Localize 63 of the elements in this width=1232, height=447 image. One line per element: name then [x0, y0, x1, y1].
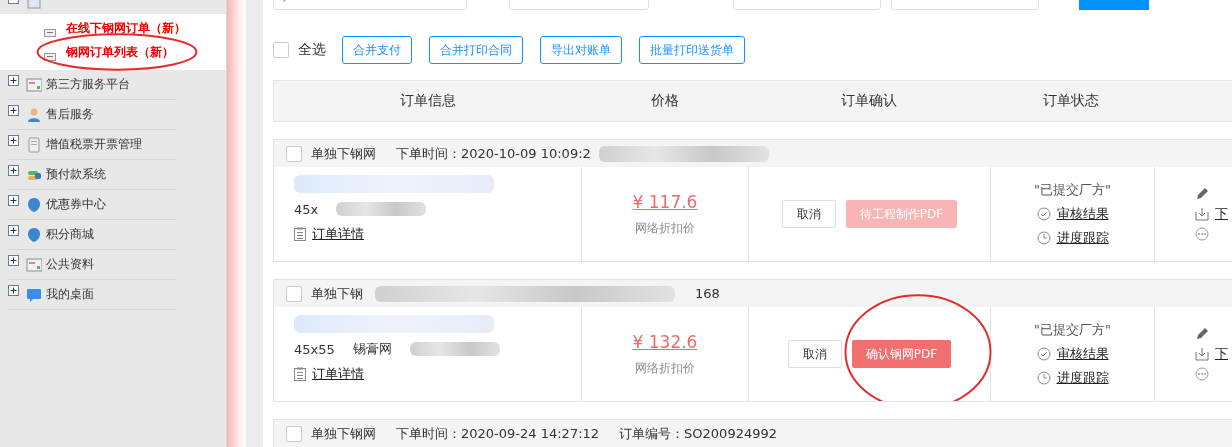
speech-bubble-icon [26, 286, 42, 303]
column-header: 订单状态 [1042, 92, 1099, 110]
column-header: 订单确认 [840, 92, 897, 110]
sidebar-item[interactable]: 优惠券中心 [46, 196, 106, 213]
pencil-icon [1195, 187, 1209, 201]
status-text: "已提交厂方" [1034, 321, 1111, 339]
person-icon [26, 106, 42, 123]
check-circle-icon [1036, 347, 1051, 361]
sidebar-item[interactable]: 预付款系统 [46, 166, 106, 183]
order-detail-link[interactable]: 订单详情 [312, 225, 364, 243]
check-circle-icon [1036, 207, 1051, 221]
status-link[interactable]: 进度跟踪 [1056, 229, 1109, 247]
sidebar-subitem[interactable]: 在线下钢网订单（新） [66, 19, 186, 37]
sidebar-item[interactable]: 增值税票开票管理 [46, 136, 142, 153]
window-icon [26, 76, 42, 93]
order-time: 下单时间：2020-09-24 14:27:12 [396, 424, 600, 443]
select-all-checkbox[interactable] [273, 42, 289, 58]
sidebar-item[interactable]: 我的桌面 [46, 286, 94, 303]
shield-icon [26, 196, 42, 213]
price-note: 网络折扣价 [635, 219, 695, 237]
board-size: 45x [294, 201, 319, 217]
cancel-button[interactable]: 取消 [781, 200, 836, 228]
order-type: 单独下钢网 [311, 144, 376, 163]
order-time: 下单时间：2020-10-09 10:09:2 [396, 144, 591, 163]
order-checkbox[interactable] [286, 425, 302, 442]
column-header: 价格 [651, 92, 679, 110]
document-icon [294, 227, 306, 241]
status-link[interactable]: 审核结果 [1056, 205, 1109, 223]
order-checkbox[interactable] [286, 285, 302, 302]
more-icon [1195, 227, 1209, 241]
cancel-button[interactable]: 取消 [787, 340, 842, 368]
sidebar-item[interactable]: 售后服务 [46, 106, 94, 123]
shield-icon [26, 226, 42, 243]
price-note: 网络折扣价 [635, 359, 695, 377]
column-header: 订单信息 [400, 92, 456, 110]
clock-icon [1036, 231, 1051, 245]
status-link[interactable]: 进度跟踪 [1056, 369, 1109, 387]
sidebar-item[interactable]: 公共资料 [46, 256, 94, 273]
status-text: "已提交厂方" [1034, 181, 1111, 199]
order-checkbox[interactable] [286, 145, 302, 162]
pencil-icon [1195, 327, 1209, 341]
sidebar-item[interactable]: 第三方服务平台 [46, 76, 130, 93]
clock-icon [1036, 371, 1051, 385]
download-icon [1195, 347, 1209, 361]
stencil-type: 锡膏网 [352, 340, 392, 358]
download-link[interactable]: 下 [1215, 345, 1228, 363]
order-type: 单独下钢网 [311, 424, 376, 443]
window-icon [26, 256, 42, 273]
download-icon [1195, 207, 1209, 221]
sidebar-item[interactable]: 积分商城 [46, 226, 94, 243]
more-icon [1195, 367, 1209, 381]
order-type: 单独下钢 [311, 284, 363, 303]
select-all-label: 全选 [298, 41, 326, 59]
order-number: 订单编号：SO200924992 [619, 424, 777, 443]
page-icon [44, 53, 56, 61]
board-size: 45x55 [294, 341, 335, 357]
document-icon [294, 367, 306, 381]
download-link[interactable]: 下 [1215, 205, 1228, 223]
receipt-icon [26, 136, 42, 153]
page-icon [44, 29, 56, 37]
order-number: 168 [695, 286, 720, 301]
status-link[interactable]: 审核结果 [1056, 345, 1109, 363]
order-detail-link[interactable]: 订单详情 [312, 365, 364, 383]
